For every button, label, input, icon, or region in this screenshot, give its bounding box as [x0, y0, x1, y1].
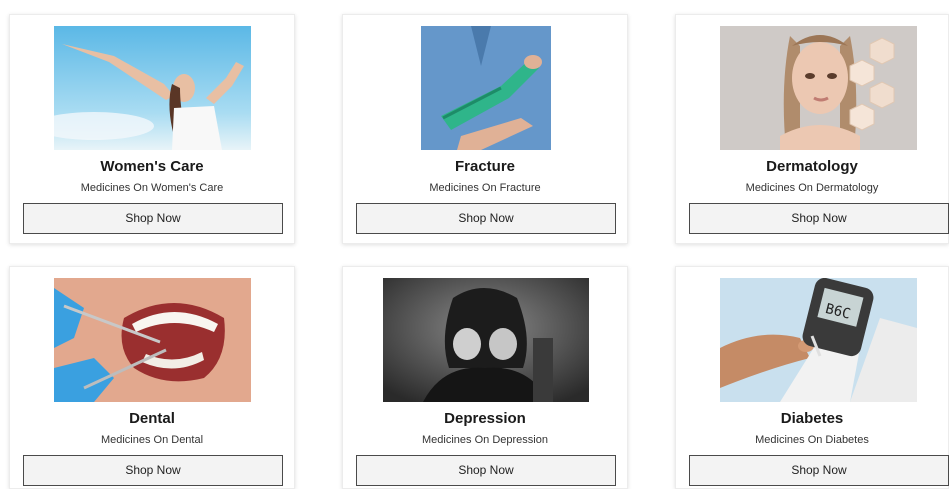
shop-now-button[interactable]: Shop Now	[356, 203, 616, 234]
category-card-dental[interactable]: Dental Medicines On Dental Shop Now	[9, 266, 295, 489]
depression-image[interactable]	[383, 278, 589, 402]
diabetes-image[interactable]: B6C	[720, 278, 917, 402]
category-card-womens-care[interactable]: Women's Care Medicines On Women's Care S…	[9, 14, 295, 244]
shop-now-button[interactable]: Shop Now	[689, 455, 949, 486]
card-title: Depression	[444, 410, 526, 427]
card-subtitle: Medicines On Dental	[100, 434, 204, 446]
category-card-dermatology[interactable]: Dermatology Medicines On Dermatology Sho…	[675, 14, 949, 244]
card-title: Fracture	[454, 158, 516, 175]
dermatology-image[interactable]	[720, 26, 917, 150]
womens-care-image[interactable]	[54, 26, 251, 150]
card-title: Women's Care	[100, 158, 204, 175]
card-subtitle: Medicines On Depression	[422, 434, 548, 446]
dental-image[interactable]	[54, 278, 251, 402]
card-title: Dental	[129, 410, 175, 427]
category-card-diabetes[interactable]: B6C Diabetes Medicines On Diabetes Shop …	[675, 266, 949, 489]
shop-now-button[interactable]: Shop Now	[689, 203, 949, 234]
shop-now-button[interactable]: Shop Now	[356, 455, 616, 486]
card-subtitle: Medicines On Diabetes	[755, 434, 869, 446]
card-subtitle: Medicines On Dermatology	[745, 182, 879, 194]
shop-now-button[interactable]: Shop Now	[23, 203, 283, 234]
shop-now-button[interactable]: Shop Now	[23, 455, 283, 486]
card-title: Diabetes	[780, 410, 844, 427]
category-card-depression[interactable]: Depression Medicines On Depression Shop …	[342, 266, 628, 489]
category-card-fracture[interactable]: Fracture Medicines On Fracture Shop Now	[342, 14, 628, 244]
fracture-image[interactable]	[421, 26, 551, 150]
card-subtitle: Medicines On Fracture	[429, 182, 541, 194]
card-title: Dermatology	[766, 158, 858, 175]
card-subtitle: Medicines On Women's Care	[80, 182, 224, 194]
